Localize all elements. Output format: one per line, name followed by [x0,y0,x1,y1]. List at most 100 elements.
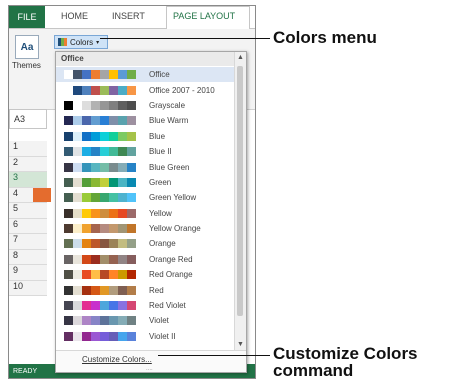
palette-icon [58,38,67,46]
color-scheme-item[interactable]: Red [56,282,234,297]
scroll-up-icon[interactable]: ▲ [235,52,246,63]
color-scheme-label: Blue [149,131,166,141]
color-swatch [82,208,91,218]
color-swatch [64,239,73,249]
color-swatch-strip [64,85,136,95]
color-swatch [100,100,109,110]
tab-insert[interactable]: INSERT [112,11,145,21]
row-header[interactable]: 10 [9,280,47,296]
color-scheme-item[interactable]: Blue [56,129,234,144]
color-swatch [118,301,127,311]
color-swatch [82,162,91,172]
color-scheme-item[interactable]: Yellow [56,206,234,221]
row-header[interactable]: 2 [9,156,47,172]
row-headers: 1 2 3 4 5 6 7 8 9 10 [9,141,47,296]
color-scheme-item[interactable]: Blue Green [56,159,234,174]
color-scheme-item[interactable]: Grayscale [56,98,234,113]
color-swatch [127,301,136,311]
resize-grip[interactable]: .... [146,366,153,372]
name-box[interactable]: A3 [9,109,47,129]
color-swatch [109,193,118,203]
color-swatch [91,316,100,326]
color-scheme-item[interactable]: Office 2007 - 2010 [56,82,234,97]
color-swatch [118,285,127,295]
color-swatch [127,285,136,295]
color-swatch [91,270,100,280]
color-swatch [100,301,109,311]
color-scheme-label: Yellow Orange [149,224,201,234]
color-swatch-strip [64,301,136,311]
color-swatch [100,208,109,218]
color-swatch [64,301,73,311]
color-swatch [100,331,109,341]
color-scheme-label: Blue II [149,147,172,157]
color-scheme-item[interactable]: Orange Red [56,252,234,267]
color-swatch [118,331,127,341]
color-scheme-label: Red Violet [149,301,186,311]
color-swatch [73,270,82,280]
color-scheme-item[interactable]: Green [56,175,234,190]
color-swatch [73,331,82,341]
color-scheme-item[interactable]: Violet II [56,329,234,344]
color-scheme-item[interactable]: Office [56,67,234,83]
color-swatch [127,239,136,249]
tab-page-layout[interactable]: PAGE LAYOUT [173,11,235,21]
color-scheme-item[interactable]: Blue Warm [56,113,234,128]
color-swatch [109,162,118,172]
customize-colors-command[interactable]: Customize Colors... [82,355,152,364]
color-swatch [82,285,91,295]
color-swatch [82,85,91,95]
color-swatch [100,70,109,80]
color-scheme-item[interactable]: Red Violet [56,298,234,313]
color-swatch [109,100,118,110]
color-swatch [64,331,73,341]
row-header-selected[interactable]: 3 [9,172,47,188]
color-swatch [100,116,109,126]
color-scheme-item[interactable]: Violet [56,313,234,328]
color-swatch [109,116,118,126]
color-swatch [91,301,100,311]
color-scheme-item[interactable]: Yellow Orange [56,221,234,236]
row-header[interactable]: 8 [9,249,47,265]
callout-line-colors [100,38,270,39]
color-swatch [100,131,109,141]
color-swatch [118,147,127,157]
row-header[interactable]: 9 [9,265,47,281]
row-header[interactable]: 6 [9,218,47,234]
color-swatch [82,301,91,311]
color-swatch [82,116,91,126]
color-swatch [64,224,73,234]
color-swatch [100,285,109,295]
row-header[interactable]: 7 [9,234,47,250]
color-scheme-item[interactable]: Orange [56,236,234,251]
color-swatch [91,100,100,110]
scroll-thumb[interactable] [237,66,243,316]
dropdown-footer: Customize Colors... .... [56,350,246,372]
color-swatch [64,270,73,280]
color-scheme-item[interactable]: Green Yellow [56,190,234,205]
themes-label[interactable]: Themes [12,61,41,70]
row-header[interactable]: 1 [9,141,47,157]
color-swatch-strip [64,224,136,234]
color-scheme-item[interactable]: Red Orange [56,267,234,282]
color-swatch-strip [64,270,136,280]
row-header[interactable]: 5 [9,203,47,219]
color-swatch [109,70,118,80]
tab-home[interactable]: HOME [61,11,88,21]
tab-file[interactable]: FILE [9,6,45,28]
color-swatch [64,116,73,126]
callout-line-customize [158,355,270,356]
color-swatch [82,316,91,326]
themes-icon[interactable]: Aa [15,35,39,59]
colors-button-label: Colors [70,37,94,47]
color-swatch [118,116,127,126]
color-swatch [100,177,109,187]
scroll-down-icon[interactable]: ▼ [235,339,246,350]
color-swatch [73,224,82,234]
color-swatch [73,285,82,295]
dropdown-scrollbar[interactable]: ▲ ▼ [234,52,246,350]
color-scheme-item[interactable]: Blue II [56,144,234,159]
color-swatch [127,208,136,218]
color-swatch [73,316,82,326]
color-swatch [118,100,127,110]
